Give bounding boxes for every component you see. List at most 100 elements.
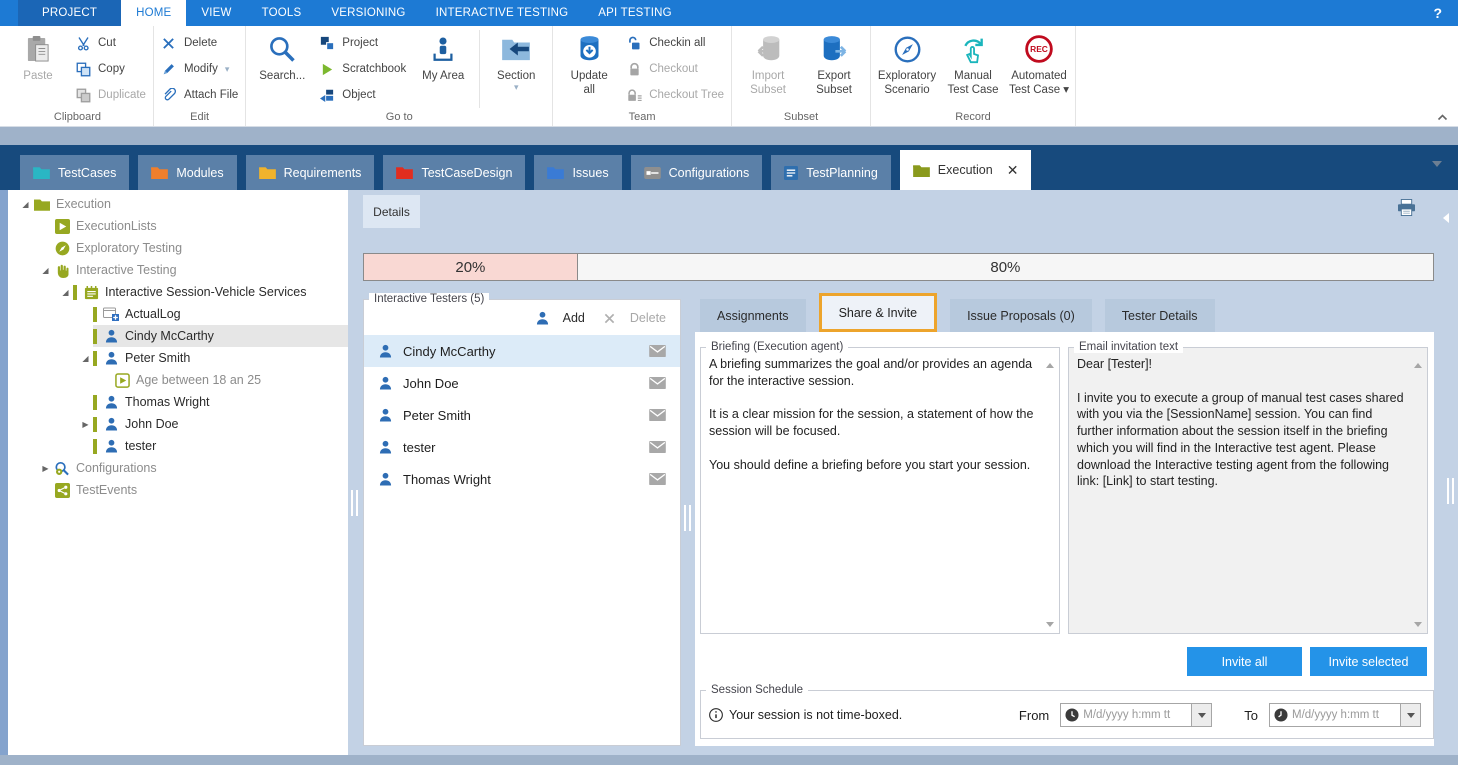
tree-item-cindy-mccarthy[interactable]: Cindy McCarthy [8,325,348,347]
checkout-tree-button[interactable]: Checkout Tree [626,84,724,106]
delete-button[interactable]: Delete [161,32,238,54]
collapse-ribbon-icon[interactable] [1437,114,1448,121]
tree-item-peter-smith[interactable]: ◢Peter Smith [8,347,348,369]
dropdown-caret-icon[interactable]: ▾ [225,65,230,74]
dropdown-caret-icon[interactable]: ▾ [514,83,519,92]
briefing-text[interactable]: A briefing summarizes the goal and/or pr… [701,353,1059,476]
object-button[interactable]: Object [319,84,406,106]
group-caption-go-to: Go to [249,110,549,126]
tree-item-interactive-session-vehicle-services[interactable]: ◢Interactive Session-Vehicle Services [8,281,348,303]
tab-overflow-caret-icon[interactable] [1432,161,1442,167]
tree-item-execution[interactable]: ◢Execution [8,193,348,215]
tree-item-exploratory-testing[interactable]: Exploratory Testing [8,237,348,259]
tree-item-configurations[interactable]: ▶Configurations [8,457,348,479]
expander-collapsed-icon[interactable]: ▶ [38,464,53,473]
tree-item-testevents[interactable]: TestEvents [8,479,348,501]
doc-tab-execution[interactable]: Execution✕ [900,150,1032,190]
scratchbook-button[interactable]: Scratchbook [319,58,406,80]
scroll-down-icon[interactable] [1414,622,1422,627]
update-all-button[interactable]: Update all [556,28,622,110]
my-area-button[interactable]: My Area [410,28,476,110]
help-button[interactable]: ? [1417,0,1458,26]
manual-test-case-button[interactable]: Manual Test Case [940,28,1006,110]
checkin-all-button[interactable]: Checkin all [626,32,724,54]
mail-icon[interactable] [649,377,666,389]
tester-row-peter-smith[interactable]: Peter Smith [364,399,680,431]
invite-selected-button[interactable]: Invite selected [1310,647,1427,676]
expander-expanded-icon[interactable]: ◢ [38,266,53,275]
tab-issue-proposals-0[interactable]: Issue Proposals (0) [950,299,1092,332]
mail-icon[interactable] [649,441,666,453]
tree-item-executionlists[interactable]: ExecutionLists [8,215,348,237]
right-splitter[interactable] [1447,478,1454,504]
tab-assignments[interactable]: Assignments [700,299,806,332]
attach-file-button[interactable]: Attach File [161,84,238,106]
doc-tab-modules[interactable]: Modules [138,155,236,190]
print-icon[interactable] [1397,199,1416,216]
manual-icon [959,31,988,67]
scroll-up-icon[interactable] [1414,363,1422,368]
doc-tab-configurations[interactable]: Configurations [631,155,763,190]
tree-splitter[interactable] [351,490,358,516]
tree-item-john-doe[interactable]: ▶John Doe [8,413,348,435]
paste-button[interactable]: Paste [5,28,71,110]
tree-item-thomas-wright[interactable]: Thomas Wright [8,391,348,413]
copy-button[interactable]: Copy [75,58,146,80]
doc-tab-testplanning[interactable]: TestPlanning [771,155,891,190]
export-subset-button[interactable]: Export Subset [801,28,867,110]
to-dropdown-button[interactable] [1400,704,1420,726]
search-button[interactable]: Search... [249,28,315,110]
tree-item-age-between-18-an-25[interactable]: Age between 18 an 25 [8,369,348,391]
section-button[interactable]: Section▾ [483,28,549,110]
panel-splitter[interactable] [684,505,691,531]
tester-row-thomas-wright[interactable]: Thomas Wright [364,463,680,495]
add-tester-button[interactable]: Add [534,311,585,325]
from-dropdown-button[interactable] [1191,704,1211,726]
collapse-panel-icon[interactable] [1443,213,1449,223]
doc-tab-testcasedesign[interactable]: TestCaseDesign [383,155,525,190]
mail-icon[interactable] [649,345,666,357]
tester-row-tester[interactable]: tester [364,431,680,463]
expander-expanded-icon[interactable]: ◢ [78,354,93,363]
from-datetime-picker[interactable]: M/d/yyyy h:mm tt [1060,703,1212,727]
scroll-down-icon[interactable] [1046,622,1054,627]
modify-button[interactable]: Modify▾ [161,58,238,80]
ribbon-tab-api-testing[interactable]: API TESTING [583,0,687,26]
doc-tab-issues[interactable]: Issues [534,155,621,190]
expander-expanded-icon[interactable]: ◢ [18,200,33,209]
mail-icon[interactable] [649,473,666,485]
tree-item-actuallog[interactable]: ActualLog [8,303,348,325]
tab-tester-details[interactable]: Tester Details [1105,299,1215,332]
ribbon-tab-view[interactable]: VIEW [186,0,246,26]
ribbon-tab-interactive-testing[interactable]: INTERACTIVE TESTING [421,0,584,26]
ribbon-tab-project[interactable]: PROJECT [18,0,121,26]
cut-button[interactable]: Cut [75,32,146,54]
tree-item-tester[interactable]: tester [8,435,348,457]
project-button[interactable]: Project [319,32,406,54]
expander-collapsed-icon[interactable]: ▶ [78,420,93,429]
details-tab[interactable]: Details [363,195,420,228]
email-invitation-text[interactable]: Dear [Tester]! I invite you to execute a… [1069,353,1427,493]
doc-tab-requirements[interactable]: Requirements [246,155,375,190]
invite-all-button[interactable]: Invite all [1187,647,1302,676]
tester-row-cindy-mccarthy[interactable]: Cindy McCarthy [364,335,680,367]
mail-icon[interactable] [649,409,666,421]
tree-item-interactive-testing[interactable]: ◢Interactive Testing [8,259,348,281]
duplicate-button[interactable]: Duplicate [75,84,146,106]
ribbon-tab-versioning[interactable]: VERSIONING [316,0,420,26]
doc-tab-testcases[interactable]: TestCases [20,155,129,190]
checkout-button[interactable]: Checkout [626,58,724,80]
exploratory-scenario-button[interactable]: Exploratory Scenario [874,28,940,110]
expander-expanded-icon[interactable]: ◢ [58,288,73,297]
scroll-up-icon[interactable] [1046,363,1054,368]
delete-tester-button[interactable]: Delete [601,311,666,325]
group-caption-edit: Edit [157,110,242,126]
import-subset-button[interactable]: Import Subset [735,28,801,110]
ribbon-tab-tools[interactable]: TOOLS [247,0,317,26]
tab-share-invite[interactable]: Share & Invite [819,293,938,332]
tester-row-john-doe[interactable]: John Doe [364,367,680,399]
close-tab-icon[interactable]: ✕ [1007,162,1019,179]
to-datetime-picker[interactable]: M/d/yyyy h:mm tt [1269,703,1421,727]
automated-test-case-button[interactable]: RECAutomated Test Case ▾ [1006,28,1072,110]
ribbon-tab-home[interactable]: HOME [121,0,186,26]
